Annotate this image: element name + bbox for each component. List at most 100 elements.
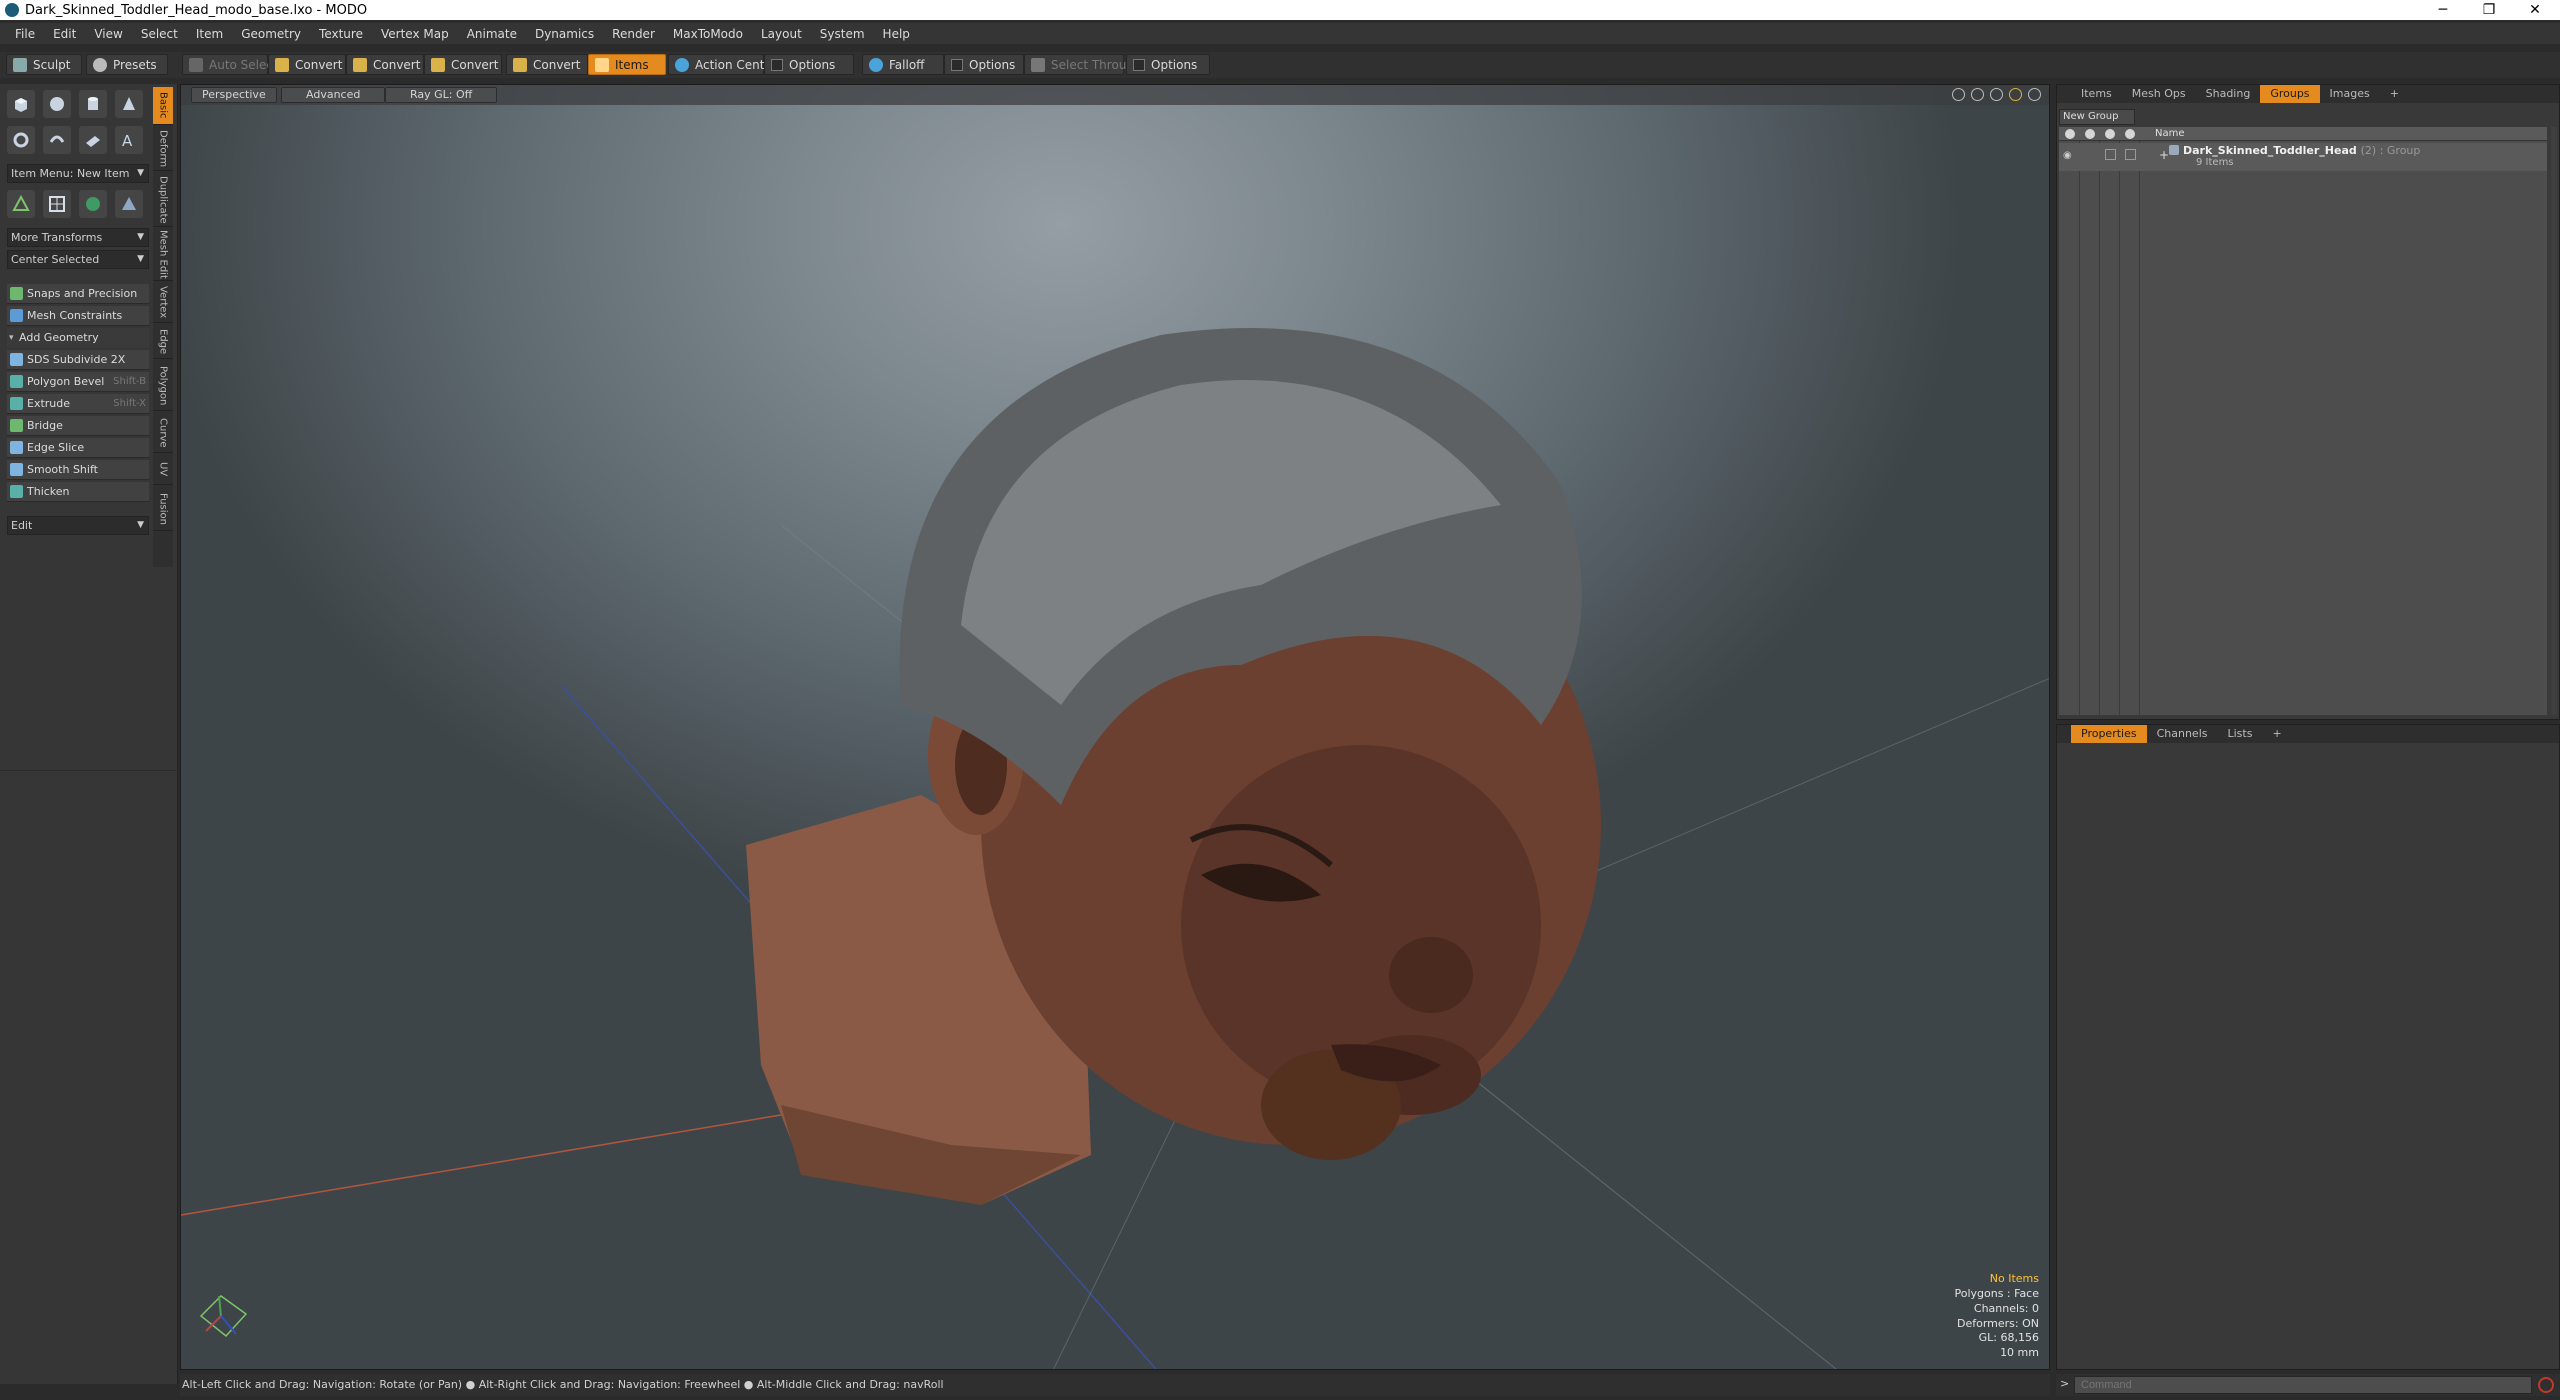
sphere-primitive-icon[interactable]: [43, 90, 71, 118]
menu-system[interactable]: System: [811, 27, 874, 41]
action-center-options-button[interactable]: Options: [764, 54, 854, 75]
tab-properties[interactable]: Properties: [2071, 725, 2147, 743]
tool-bridge[interactable]: Bridge: [7, 416, 149, 436]
menu-geometry[interactable]: Geometry: [232, 27, 310, 41]
cone-primitive-icon[interactable]: [115, 90, 143, 118]
tab-channels[interactable]: Channels: [2147, 725, 2218, 743]
menu-layout[interactable]: Layout: [752, 27, 811, 41]
menu-item[interactable]: Item: [187, 27, 232, 41]
text-primitive-icon[interactable]: A: [115, 126, 143, 154]
menu-select[interactable]: Select: [132, 27, 187, 41]
menu-view[interactable]: View: [85, 27, 131, 41]
new-group-button[interactable]: New Group: [2059, 109, 2135, 125]
eye-icon[interactable]: ◉: [2063, 150, 2072, 161]
cube-icon: [275, 57, 289, 72]
tab-fusion[interactable]: Fusion: [153, 487, 173, 531]
plane-primitive-icon[interactable]: [79, 126, 107, 154]
move-view-icon[interactable]: [1952, 88, 1965, 101]
item-menu-dropdown[interactable]: Item Menu: New Item ▼: [7, 164, 149, 183]
menu-dynamics[interactable]: Dynamics: [526, 27, 603, 41]
tool-edge-slice[interactable]: Edge Slice: [7, 438, 149, 458]
falloff-button[interactable]: Falloff: [862, 54, 944, 75]
tool-sds-subdivide[interactable]: SDS Subdivide 2X: [7, 350, 149, 370]
tool-extrude[interactable]: Extrude Shift-X: [7, 394, 149, 414]
cylinder-primitive-icon[interactable]: [79, 90, 107, 118]
tab-edge[interactable]: Edge: [153, 325, 173, 359]
tab-polygon[interactable]: Polygon: [153, 361, 173, 411]
edit-dropdown[interactable]: Edit ▼: [7, 516, 149, 535]
more-transforms-dropdown[interactable]: More Transforms ▼: [7, 228, 149, 247]
group-row[interactable]: ◉ + Dark_Skinned_Toddler_Head (2) : Grou…: [2059, 143, 2547, 171]
menu-maxtomodo[interactable]: MaxToModo: [664, 27, 752, 41]
add-tab-button[interactable]: +: [2262, 725, 2291, 743]
center-selected-dropdown[interactable]: Center Selected ▼: [7, 250, 149, 269]
lock-checkbox[interactable]: [2105, 149, 2116, 160]
shading-mode-button[interactable]: Advanced: [281, 87, 386, 103]
tab-vertex[interactable]: Vertex: [153, 283, 173, 323]
options-checkbox[interactable]: [771, 58, 783, 71]
tab-uv[interactable]: UV: [153, 455, 173, 485]
tab-deform[interactable]: Deform: [153, 127, 173, 171]
brush-view-icon[interactable]: [2009, 88, 2022, 101]
close-button[interactable]: ✕: [2512, 0, 2558, 20]
select-options-button[interactable]: Options: [1126, 54, 1210, 75]
tab-duplicate[interactable]: Duplicate: [153, 173, 173, 227]
tab-mesh-edit[interactable]: Mesh Edit: [153, 229, 173, 281]
presets-button[interactable]: Presets: [86, 54, 168, 75]
toroid-primitive-icon[interactable]: [43, 126, 71, 154]
convert-items-button[interactable]: Convert: [506, 54, 588, 75]
cube-primitive-icon[interactable]: [7, 90, 35, 118]
maximize-button[interactable]: ❐: [2466, 0, 2512, 20]
menu-animate[interactable]: Animate: [458, 27, 526, 41]
raygl-button[interactable]: Ray GL: Off: [385, 87, 498, 103]
expand-toggle[interactable]: +: [2159, 148, 2169, 162]
capsule-primitive-icon[interactable]: [7, 126, 35, 154]
command-input[interactable]: [2074, 1376, 2532, 1394]
menu-edit[interactable]: Edit: [44, 27, 85, 41]
3d-viewport[interactable]: Perspective Advanced Ray GL: Off No Item…: [180, 84, 2050, 1370]
convert-polygons-button[interactable]: Convert: [424, 54, 502, 75]
menu-vertex-map[interactable]: Vertex Map: [372, 27, 458, 41]
menu-file[interactable]: File: [6, 27, 44, 41]
add-tab-button[interactable]: +: [2380, 85, 2409, 103]
convert-vertices-button[interactable]: Convert: [268, 54, 346, 75]
tab-mesh-ops[interactable]: Mesh Ops: [2122, 85, 2196, 103]
record-icon[interactable]: [2538, 1377, 2554, 1393]
add-geometry-header[interactable]: Add Geometry: [7, 328, 149, 348]
locator-icon[interactable]: [7, 190, 35, 218]
tool-thicken[interactable]: Thicken: [7, 482, 149, 502]
tab-items[interactable]: Items: [2071, 85, 2122, 103]
tab-curve[interactable]: Curve: [153, 413, 173, 453]
options-checkbox[interactable]: [1133, 58, 1145, 71]
menu-render[interactable]: Render: [603, 27, 664, 41]
convert-edges-button[interactable]: Convert: [346, 54, 424, 75]
tab-images[interactable]: Images: [2320, 85, 2380, 103]
tab-basic[interactable]: Basic: [153, 87, 173, 125]
select-through-button[interactable]: Select Through: [1024, 54, 1142, 75]
view-mode-button[interactable]: Perspective: [191, 87, 277, 103]
sculpt-button[interactable]: Sculpt: [6, 54, 82, 75]
pyramid-icon[interactable]: [115, 190, 143, 218]
menu-help[interactable]: Help: [874, 27, 919, 41]
minimize-button[interactable]: ─: [2420, 0, 2466, 20]
rotate-view-icon[interactable]: [1971, 88, 1984, 101]
tab-shading[interactable]: Shading: [2196, 85, 2261, 103]
zoom-view-icon[interactable]: [1990, 88, 2003, 101]
select-checkbox[interactable]: [2125, 149, 2136, 160]
snaps-and-precision-button[interactable]: Snaps and Precision: [7, 284, 149, 304]
options-checkbox[interactable]: [951, 58, 963, 71]
settings-view-icon[interactable]: [2028, 88, 2041, 101]
tool-smooth-shift[interactable]: Smooth Shift: [7, 460, 149, 480]
tab-groups[interactable]: Groups: [2260, 85, 2320, 103]
items-mode-button[interactable]: Items: [588, 54, 666, 75]
groups-scrollbar[interactable]: [2551, 127, 2557, 715]
auto-select-button[interactable]: Auto Select: [182, 54, 278, 75]
falloff-options-button[interactable]: Options: [944, 54, 1024, 75]
menu-texture[interactable]: Texture: [310, 27, 372, 41]
tool-polygon-bevel[interactable]: Polygon Bevel Shift-B: [7, 372, 149, 392]
action-center-button[interactable]: Action Center: [668, 54, 777, 75]
mesh-constraints-button[interactable]: Mesh Constraints: [7, 306, 149, 326]
grid-icon[interactable]: [43, 190, 71, 218]
globe-icon[interactable]: [79, 190, 107, 218]
tab-lists[interactable]: Lists: [2218, 725, 2263, 743]
